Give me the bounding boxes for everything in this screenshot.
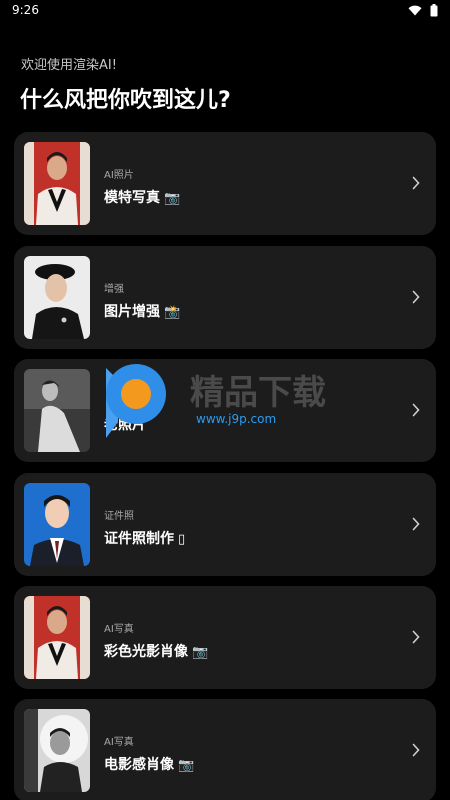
welcome-text: 欢迎使用渲染AI!: [21, 58, 117, 73]
battery-icon: [430, 4, 438, 17]
card-title-text: 模特写真: [104, 190, 160, 206]
red-portrait-thumbnail: [24, 142, 90, 225]
card-title-text: 证件照制作: [104, 531, 174, 547]
card-title: 老照片: [104, 414, 150, 434]
chevron-right-icon: [412, 176, 420, 190]
watermark-url: www.j9p.com: [196, 412, 277, 426]
feature-card-model-photo[interactable]: AI照片 模特写真 📷: [14, 132, 436, 235]
feature-card-image-enhance[interactable]: 增强 图片增强 📸: [14, 246, 436, 349]
chevron-right-icon: [412, 403, 420, 417]
red-portrait-thumbnail: [24, 596, 90, 679]
card-title: 电影感肖像 📷: [104, 754, 194, 774]
feature-card-cinematic-portrait[interactable]: AI写真 电影感肖像 📷: [14, 699, 436, 800]
camera-icon: 📷: [164, 191, 181, 206]
wifi-icon: [408, 5, 422, 16]
beret-portrait-thumbnail: [24, 256, 90, 339]
id-photo-thumbnail: [24, 483, 90, 566]
card-title: 模特写真 📷: [104, 187, 180, 207]
card-category: AI写真: [104, 624, 134, 635]
camera-icon: 📷: [178, 758, 195, 773]
camera-icon: 📷: [192, 645, 209, 660]
status-icons: [408, 4, 438, 17]
chevron-right-icon: [412, 290, 420, 304]
chevron-right-icon: [412, 630, 420, 644]
feature-card-color-light-portrait[interactable]: AI写真 彩色光影肖像 📷: [14, 586, 436, 689]
card-category: 证件照: [104, 511, 134, 522]
feature-card-id-photo[interactable]: 证件照 证件照制作 ▯: [14, 473, 436, 576]
bw-portrait-thumbnail: [24, 709, 90, 792]
card-title-text: 图片增强: [104, 304, 160, 320]
page-title: 什么风把你吹到这儿?: [20, 88, 231, 113]
chevron-right-icon: [412, 743, 420, 757]
feature-card-old-photo[interactable]: 老照片: [14, 359, 436, 462]
status-bar: 9:26: [0, 0, 450, 22]
card-title-text: 彩色光影肖像: [104, 644, 188, 660]
chevron-right-icon: [412, 517, 420, 531]
card-title: 图片增强 📸: [104, 301, 180, 321]
card-category: AI写真: [104, 737, 134, 748]
id-card-icon: ▯: [178, 532, 186, 547]
flash-camera-icon: 📸: [164, 305, 181, 320]
card-title-text: 电影感肖像: [104, 757, 174, 773]
card-title: 彩色光影肖像 📷: [104, 641, 208, 661]
bw-dress-thumbnail: [24, 369, 90, 452]
card-title: 证件照制作 ▯: [104, 528, 185, 548]
card-title-text: 老照片: [104, 417, 146, 433]
card-category: 增强: [104, 284, 124, 295]
card-category: AI照片: [104, 170, 134, 181]
status-time: 9:26: [12, 3, 39, 17]
